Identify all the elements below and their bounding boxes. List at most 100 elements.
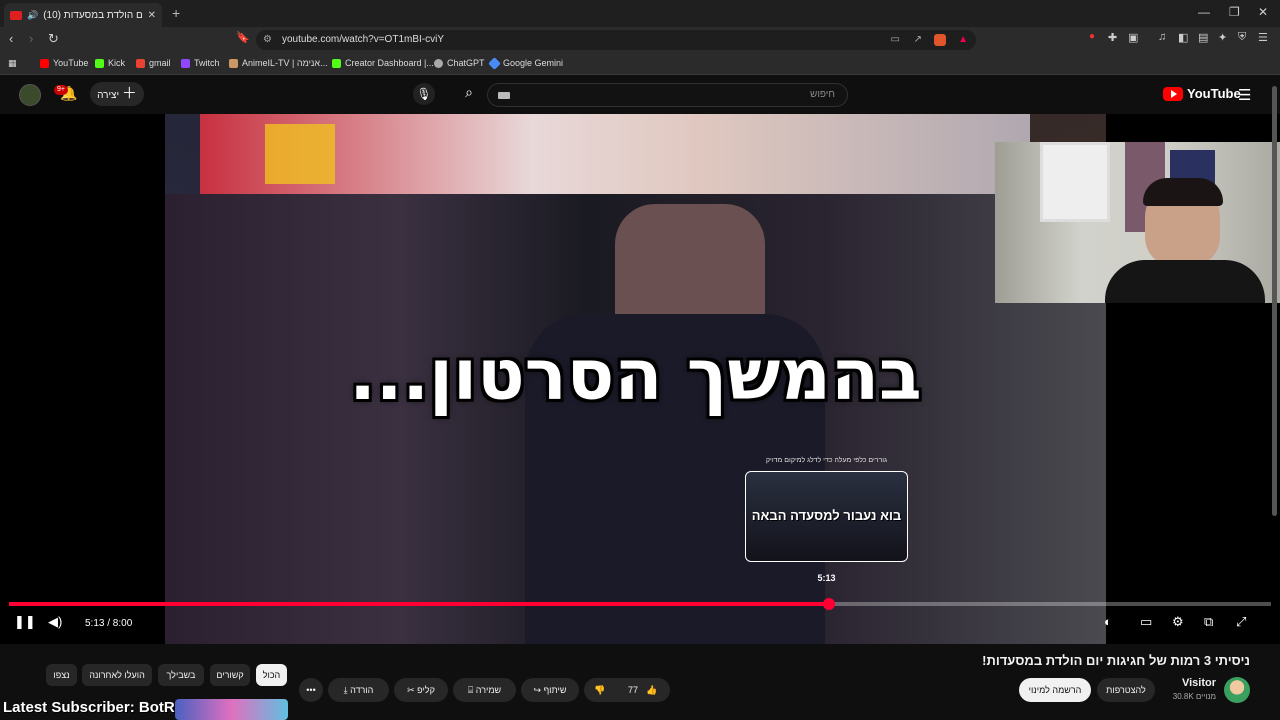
create-label: יצירה [97,90,120,101]
video-title: ניסיתי 3 רמות של חגיגות יום הולדת במסעדו… [982,653,1250,668]
guide-menu-icon[interactable]: ☰ [1238,86,1251,104]
search-icon[interactable]: ⌕ [452,84,486,106]
join-button[interactable]: להצטרפות [1097,678,1155,702]
brave-shield-icon[interactable] [934,34,946,46]
new-tab-icon[interactable]: + [172,5,180,21]
media-icon[interactable]: ♫ [1158,31,1166,43]
restore-icon[interactable]: ❐ [1229,5,1240,19]
tab-title: (10) ניסיתי 3 רמות של חגיגות יום הולדת ב… [43,9,143,21]
bookmark-animeil[interactable]: AnimeIL-TV | אנימה... [229,58,328,68]
latest-subscriber-overlay: Latest Subscriber: BotR [3,699,175,716]
bookmark-gmail[interactable]: gmail [136,58,171,68]
subtitles-icon[interactable]: ▭ [1140,614,1152,630]
chip-related[interactable]: קשורים [210,664,250,686]
bookmark-kick[interactable]: Kick [95,58,125,68]
apps-icon[interactable]: ▦ [8,58,17,69]
more-actions-icon[interactable]: ••• [299,678,323,702]
scissors-icon: ✂ [407,685,415,695]
channel-avatar[interactable] [1224,677,1250,703]
webcam-overlay [995,142,1280,303]
search-placeholder: חיפוש [810,89,835,100]
browser-menu-icon[interactable]: ☰ [1258,31,1268,44]
close-tab-icon[interactable]: ✕ [148,10,156,21]
browser-tab[interactable]: 🔊 (10) ניסיתי 3 רמות של חגיגות יום הולדת… [4,3,162,27]
chip-recently-uploaded[interactable]: הועלו לאחרונה [82,664,152,686]
keyboard-icon[interactable] [498,92,510,99]
extensions-icon[interactable]: ✚ [1108,31,1117,44]
back-icon[interactable]: ‹ [9,31,13,46]
vpn-icon[interactable]: ⛨ [1238,31,1246,44]
search-input[interactable]: חיפוש [487,83,848,107]
seek-preview-text: בוא נעבור למסעדה הבאה [751,508,902,523]
extension-icon[interactable]: ▣ [1128,31,1138,44]
fullscreen-icon[interactable]: ⤢ [1236,614,1246,630]
bookmark-icon[interactable]: 🔖 [236,31,250,44]
speaker-icon[interactable]: 🔊 [27,10,38,21]
extension-record-icon[interactable]: ● [1089,31,1095,42]
share-icon: ↪ [533,685,542,695]
video-overlay-headline: בהמשך הסרטון... [349,334,922,416]
seek-preview-thumbnail: בוא נעבור למסעדה הבאה [745,471,908,562]
browser-tab-bar: 🔊 (10) ניסיתי 3 רמות של חגיגות יום הולדת… [0,0,1280,27]
sidebar-icon[interactable]: ◧ [1178,31,1188,44]
bookmark-twitch[interactable]: Twitch [181,58,220,68]
save-icon: ⌸ [467,685,474,695]
chip-all[interactable]: הכול [256,664,287,686]
volume-icon[interactable]: ◀) [48,614,62,630]
webcam-person-hair [1143,178,1223,206]
youtube-favicon-icon [10,10,22,20]
webcam-window [1040,142,1110,222]
youtube-play-logo-icon [1163,86,1183,101]
seek-preview-hint: גוררים כלפי מעלה כדי לדלג למיקום מדויק [765,457,888,464]
recommended-thumbnail[interactable] [175,699,288,720]
bookmark-google-gemini[interactable]: Google Gemini [488,56,563,70]
download-button[interactable]: הורדה ⤓ [328,678,389,702]
cast-icon[interactable]: ▭ [891,30,900,50]
bookmark-youtube[interactable]: YouTube [40,58,88,68]
wallet-icon[interactable]: ▤ [1198,31,1208,44]
time-display: 5:13 / 8:00 [85,618,133,629]
share-page-icon[interactable]: ↗ [914,30,922,50]
subscribe-button[interactable]: הרשמה למינוי [1019,678,1091,702]
plus-icon: ＋ [121,85,137,102]
site-info-icon[interactable]: ⚙ [263,30,272,50]
seek-preview-time: 5:13 [817,573,836,583]
account-avatar[interactable] [19,84,41,106]
forward-icon[interactable]: › [29,31,33,46]
dislike-icon[interactable]: 👎 [594,678,605,702]
url-text: youtube.com/watch?v=OT1mBI-cviY [282,34,445,45]
settings-gear-icon[interactable]: ⚙ [1172,614,1184,630]
webcam-person-body [1105,260,1265,303]
video-player[interactable]: בהמשך הסרטון... גוררים כלפי מעלה כדי לדל… [0,114,1280,644]
youtube-logo[interactable]: YouTube [1163,86,1241,101]
like-dislike-group: 👎 77 👍 [584,678,670,702]
bookmark-creator-dashboard[interactable]: Creator Dashboard |... [332,58,434,68]
progress-bar[interactable] [9,598,1271,610]
brave-rewards-icon[interactable]: ▲ [958,30,968,50]
autoplay-toggle-icon[interactable]: ◐ [1104,614,1112,629]
bookmark-chatgpt[interactable]: ChatGPT [434,58,485,68]
chip-for-you[interactable]: בשבילך [158,664,204,686]
like-icon[interactable]: 👍 [646,678,657,702]
chip-watched[interactable]: נצפו [46,664,77,686]
share-button[interactable]: שיתוף ↪ [521,678,579,702]
notifications-badge: 9+ [54,85,68,95]
minimize-icon[interactable]: — [1198,5,1210,19]
subscriber-count: 30.8K מנויים [1172,692,1216,701]
progress-played [9,602,830,606]
close-window-icon[interactable]: ✕ [1258,5,1268,19]
create-button[interactable]: יצירה ＋ [90,82,144,106]
address-bar[interactable]: ⚙ youtube.com/watch?v=OT1mBI-cviY ▭ ↗ ▲ [256,30,976,50]
leo-ai-icon[interactable]: ✦ [1218,31,1227,44]
youtube-header: 🔔 9+ יצירה ＋ 🎙 ⌕ חיפוש YouTube ☰ [0,76,1280,114]
like-count[interactable]: 77 [628,678,638,702]
channel-name[interactable]: Visitor [1182,677,1216,689]
page-scrollbar[interactable] [1272,86,1277,516]
miniplayer-icon[interactable]: ⧉ [1204,614,1213,630]
reload-icon[interactable]: ↻ [48,31,59,47]
pause-icon[interactable]: ❚❚ [14,614,36,630]
voice-search-mic-icon[interactable]: 🎙 [413,83,435,105]
save-button[interactable]: שמירה ⌸ [453,678,516,702]
clip-button[interactable]: קליפ ✂ [394,678,448,702]
blurred-logo [265,124,335,184]
